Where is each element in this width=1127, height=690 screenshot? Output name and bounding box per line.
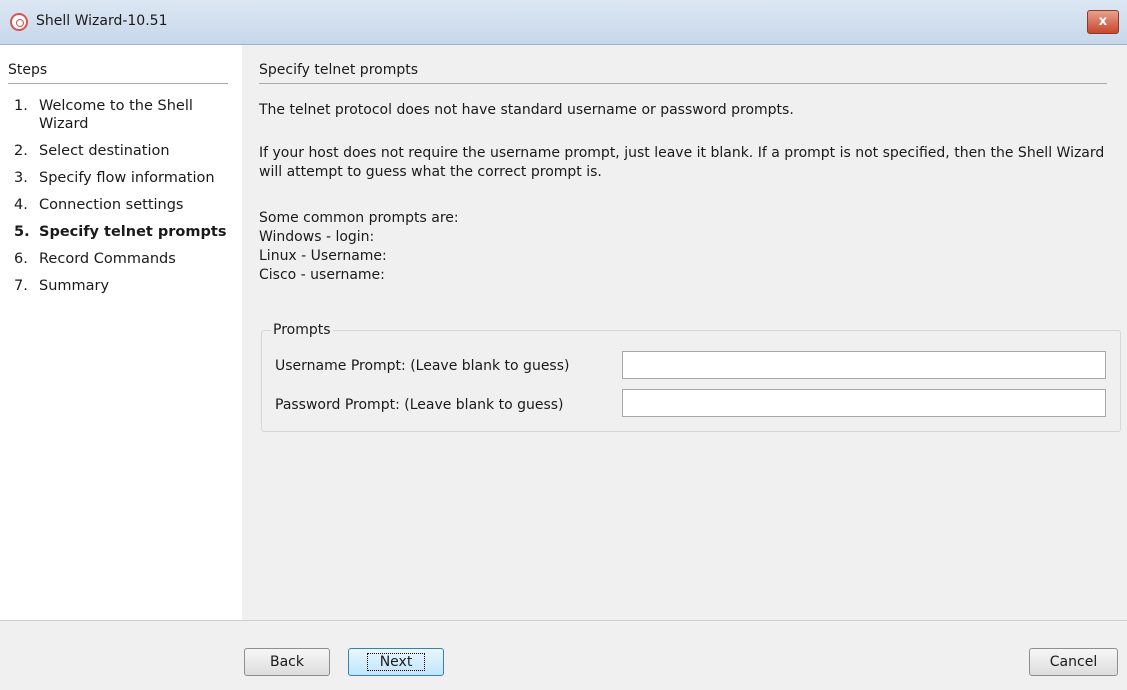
next-button[interactable]: Next [348, 648, 444, 676]
intro-text: The telnet protocol does not have standa… [259, 102, 794, 118]
username-prompt-input[interactable] [622, 351, 1106, 379]
step-item-connection: 4. Connection settings [14, 197, 184, 213]
step-item-summary: 7. Summary [14, 278, 110, 294]
steps-list: 1. Welcome to the Shell Wizard 2. Select d… [14, 97, 230, 304]
example-cisco: Cisco - username: [259, 267, 385, 283]
button-bar: Back Next Cancel [0, 620, 1127, 690]
username-prompt-label: Username Prompt: (Leave blank to guess) [275, 358, 570, 374]
back-button[interactable]: Back [244, 648, 330, 676]
example-windows: Windows - login: [259, 229, 375, 245]
main-panel: Specify telnet prompts The telnet protoc… [242, 45, 1127, 620]
window-title: Shell Wizard-10.51 [36, 13, 168, 29]
page-title: Specify telnet prompts [259, 62, 1107, 84]
step-item-telnet-prompts: 5. Specify telnet prompts [14, 224, 227, 240]
app-logo-icon [10, 13, 28, 31]
password-prompt-label: Password Prompt: (Leave blank to guess) [275, 397, 564, 413]
step-item-welcome: 1. Welcome to the Shell Wizard [14, 98, 193, 132]
title-bar: Shell Wizard-10.51 x [0, 0, 1127, 45]
step-item-record-commands: 6. Record Commands [14, 251, 176, 267]
steps-sidebar: Steps 1. Welcome to the Shell Wizard 2. Se… [0, 45, 242, 620]
common-prompts-heading: Some common prompts are: [259, 210, 459, 226]
step-item-destination: 2. Select destination [14, 143, 170, 159]
steps-heading: Steps [8, 62, 228, 84]
password-prompt-input[interactable] [622, 389, 1106, 417]
cancel-button[interactable]: Cancel [1029, 648, 1118, 676]
step-item-flow-info: 3. Specify flow information [14, 170, 215, 186]
prompts-legend: Prompts [271, 322, 333, 338]
blank-note-text: If your host does not require the userna… [259, 145, 1105, 180]
close-button[interactable]: x [1087, 10, 1119, 34]
example-linux: Linux - Username: [259, 248, 387, 264]
wizard-window: Shell Wizard-10.51 x Steps 1. Welcome to … [0, 0, 1127, 690]
